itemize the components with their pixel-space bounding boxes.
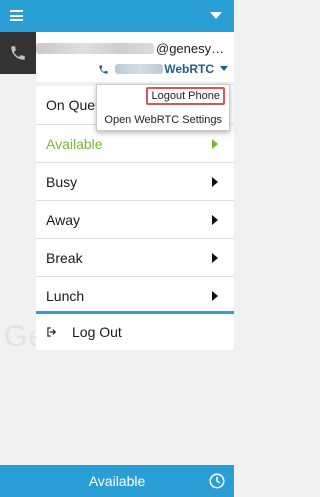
status-item-away[interactable]: Away bbox=[36, 200, 234, 238]
redacted-station-name bbox=[115, 64, 164, 74]
chevron-right-icon bbox=[212, 291, 218, 301]
phone-icon bbox=[99, 65, 108, 74]
logout-phone-button[interactable]: Logout Phone bbox=[146, 87, 225, 105]
station-name: WebRTC bbox=[164, 62, 214, 76]
chevron-right-icon bbox=[212, 253, 218, 263]
phone-options-menu: Logout Phone Open WebRTC Settings bbox=[96, 84, 230, 131]
status-item-label: Available bbox=[46, 136, 103, 152]
sign-out-icon bbox=[47, 327, 57, 337]
status-item-label: Busy bbox=[46, 174, 78, 190]
status-item-label: Lunch bbox=[46, 288, 85, 304]
caret-down-icon[interactable] bbox=[210, 12, 222, 19]
phone-panel-toggle[interactable] bbox=[0, 32, 36, 74]
clock-icon[interactable] bbox=[208, 472, 226, 490]
status-item-label: Break bbox=[46, 250, 83, 266]
status-item-break[interactable]: Break bbox=[36, 238, 234, 276]
email-domain: @genesy… bbox=[156, 41, 225, 56]
chevron-down-icon bbox=[220, 66, 228, 71]
log-out-label: Log Out bbox=[72, 324, 122, 340]
account-header: @genesy… WebRTC bbox=[36, 32, 234, 82]
open-webrtc-settings-button[interactable]: Open WebRTC Settings bbox=[101, 112, 225, 128]
status-item-lunch[interactable]: Lunch bbox=[36, 276, 234, 314]
phone-icon bbox=[11, 46, 25, 60]
chevron-right-icon bbox=[212, 177, 218, 187]
top-bar bbox=[0, 0, 234, 32]
station-selector[interactable]: WebRTC bbox=[98, 62, 228, 76]
chevron-right-icon bbox=[212, 215, 218, 225]
redacted-username bbox=[36, 43, 154, 54]
current-status: Available bbox=[88, 473, 146, 489]
chevron-right-icon bbox=[212, 139, 218, 149]
status-item-label: Away bbox=[46, 212, 80, 228]
account-email: @genesy… bbox=[36, 41, 234, 56]
status-bar[interactable]: Available bbox=[0, 465, 234, 497]
hamburger-icon[interactable] bbox=[10, 10, 23, 21]
log-out-button[interactable]: Log Out bbox=[36, 314, 234, 350]
status-item-busy[interactable]: Busy bbox=[36, 162, 234, 200]
